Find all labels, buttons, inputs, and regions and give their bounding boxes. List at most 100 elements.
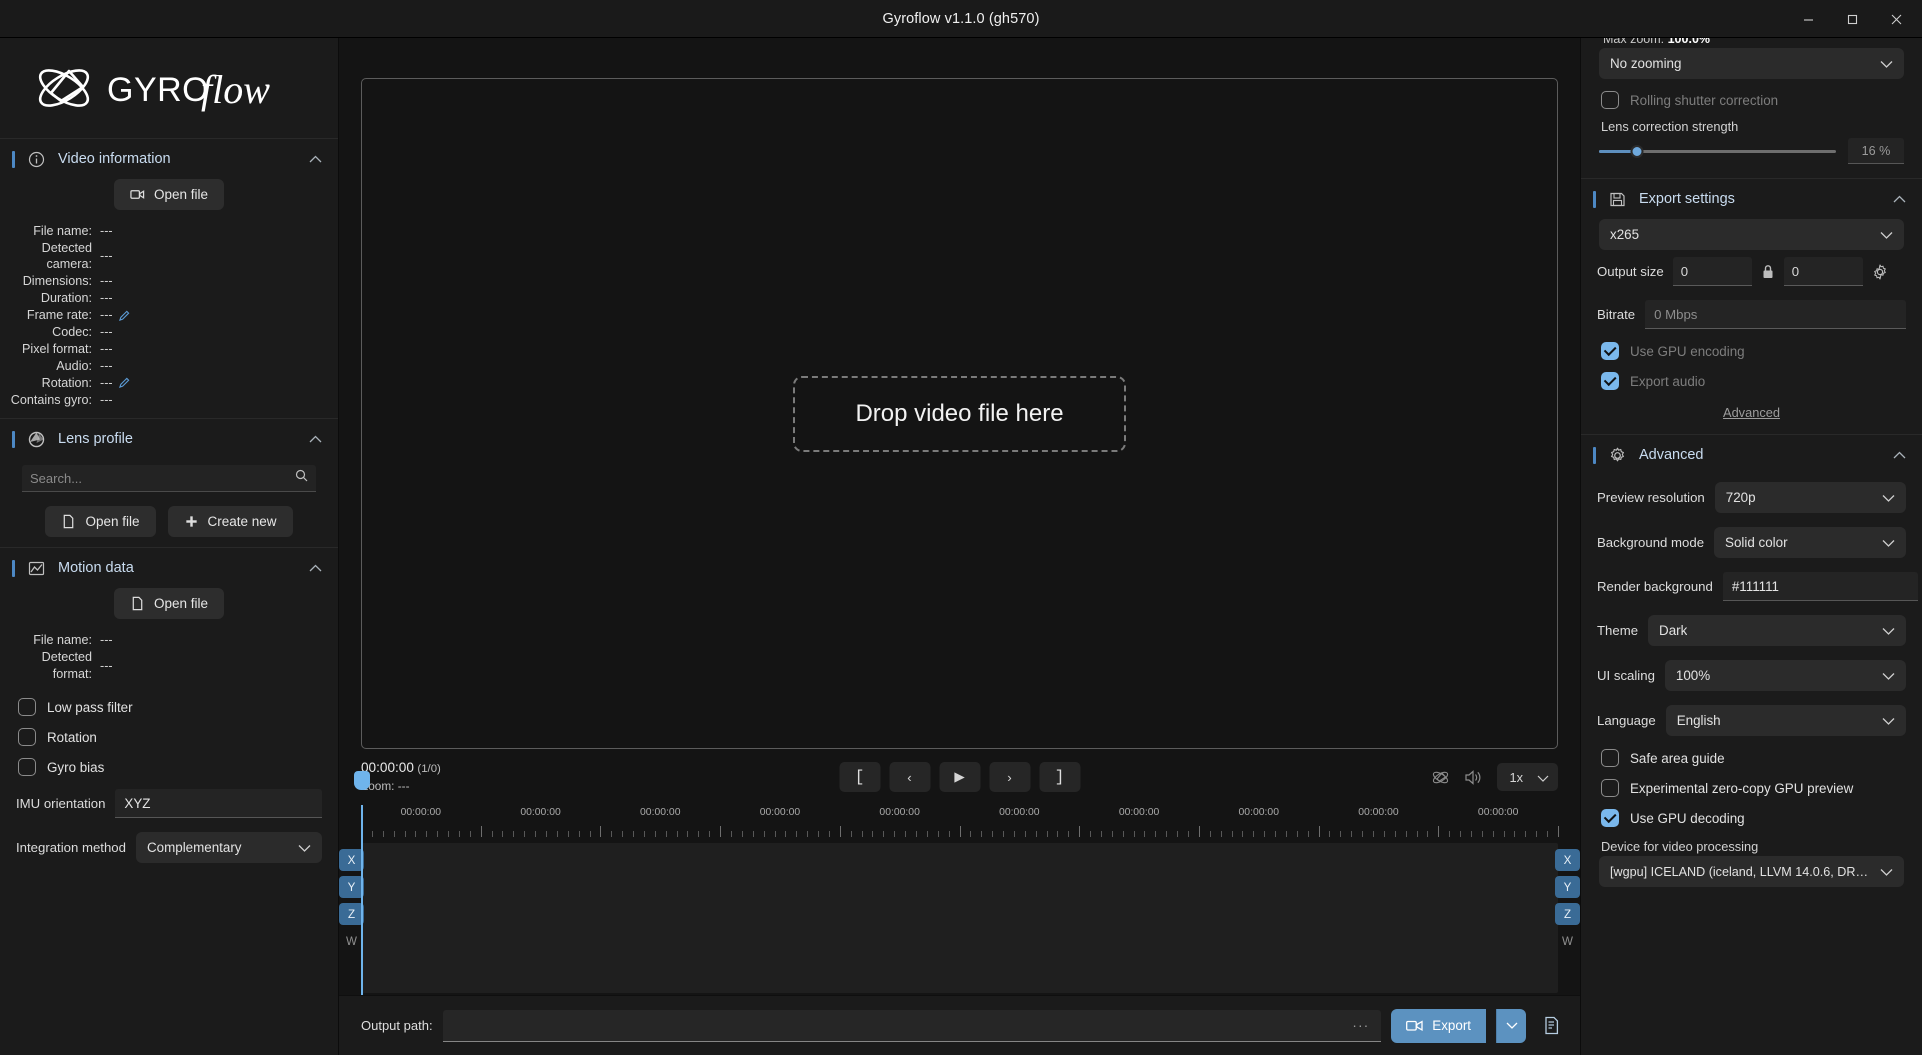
- motion-checkbox[interactable]: [18, 698, 36, 717]
- use-gpu-decoding-label: Use GPU decoding: [1630, 810, 1745, 826]
- close-icon[interactable]: [1874, 4, 1918, 34]
- section-header-video-information[interactable]: Video information: [0, 139, 338, 179]
- codec-combo[interactable]: x265: [1599, 219, 1904, 250]
- use-gpu-encoding-row[interactable]: Use GPU encoding: [1581, 336, 1922, 366]
- timeline-tick-label: 00:00:00: [1238, 807, 1279, 818]
- trim-start-button[interactable]: [: [839, 762, 880, 792]
- timeline-tick: [1547, 831, 1549, 837]
- chevron-up-icon[interactable]: [1893, 446, 1906, 464]
- prev-frame-button[interactable]: ‹: [889, 762, 930, 792]
- maximize-icon[interactable]: [1830, 4, 1874, 34]
- motion-checkbox[interactable]: [18, 728, 36, 747]
- lens-correction-value[interactable]: 16 %: [1848, 138, 1904, 164]
- axis-toggle-right-z[interactable]: Z: [1555, 903, 1580, 925]
- lens-search-input[interactable]: [30, 470, 295, 486]
- lens-open-file-label: Open file: [85, 514, 140, 530]
- timeline-tick: [448, 831, 450, 837]
- zero-copy-preview-checkbox[interactable]: [1601, 779, 1619, 797]
- timeline[interactable]: 00:00:00 00:00:00 00:00:00 00:00:00 00:00:00…: [339, 771, 1580, 995]
- output-width-input[interactable]: [1672, 257, 1752, 286]
- zoom-mode-combo[interactable]: No zooming: [1599, 48, 1904, 79]
- use-gpu-encoding-checkbox[interactable]: [1601, 342, 1619, 360]
- export-options-dropdown[interactable]: [1496, 1008, 1526, 1043]
- render-background-input[interactable]: [1722, 572, 1918, 601]
- motion-checkbox-row[interactable]: Low pass filter: [0, 692, 338, 722]
- safe-area-guide-row[interactable]: Safe area guide: [1581, 743, 1922, 773]
- integration-method-combo[interactable]: Complementary: [135, 832, 322, 864]
- motion-checkbox[interactable]: [18, 758, 36, 777]
- timeline-ruler[interactable]: 00:00:00 00:00:00 00:00:00 00:00:00 00:00:00…: [361, 805, 1559, 843]
- playhead[interactable]: [354, 771, 370, 995]
- render-queue-icon[interactable]: [1536, 1015, 1562, 1036]
- gyroflow-stabilize-toggle-icon[interactable]: [1431, 768, 1450, 787]
- aperture-icon: [28, 431, 45, 448]
- play-button[interactable]: ▶: [939, 762, 980, 792]
- chevron-down-icon: [1537, 770, 1549, 785]
- ui-scaling-combo[interactable]: 100%: [1664, 660, 1906, 691]
- output-path-input[interactable]: ···: [442, 1009, 1382, 1042]
- axis-toggle-right-y[interactable]: Y: [1555, 876, 1580, 898]
- device-combo[interactable]: [wgpu] ICELAND (iceland, LLVM 14.0.6, DR…: [1599, 856, 1904, 887]
- motion-checkbox-row[interactable]: Rotation: [0, 722, 338, 752]
- info-row-value: ---: [100, 224, 113, 238]
- motion-open-file-button[interactable]: Open file: [113, 588, 225, 620]
- chevron-up-icon[interactable]: [309, 559, 322, 577]
- lens-create-new-button[interactable]: Create new: [167, 506, 293, 538]
- timeline-tick: [567, 831, 569, 837]
- minimize-icon[interactable]: [1786, 4, 1830, 34]
- max-zoom-readout: Max zoom: 100.0%: [1581, 38, 1922, 48]
- video-frame[interactable]: Drop video file here: [361, 78, 1558, 749]
- use-gpu-decoding-row[interactable]: Use GPU decoding: [1581, 803, 1922, 833]
- axis-toggle-right-x[interactable]: X: [1555, 849, 1580, 871]
- edit-pencil-icon[interactable]: [118, 377, 130, 389]
- export-bar: Output path: ··· Export: [339, 995, 1580, 1055]
- playhead-handle[interactable]: [354, 771, 370, 790]
- dropzone[interactable]: Drop video file here: [793, 375, 1126, 452]
- bitrate-input[interactable]: [1645, 300, 1906, 329]
- section-header-export-settings[interactable]: Export settings: [1581, 179, 1922, 219]
- lens-correction-slider[interactable]: [1599, 144, 1836, 158]
- video-open-file-button[interactable]: Open file: [113, 179, 225, 210]
- volume-icon[interactable]: [1464, 769, 1483, 786]
- output-height-input[interactable]: [1783, 257, 1863, 286]
- section-title: Motion data: [58, 560, 134, 577]
- info-row: File name: ---: [0, 632, 338, 648]
- gear-icon[interactable]: [1872, 263, 1888, 280]
- lens-open-file-button[interactable]: Open file: [45, 506, 156, 538]
- preview-resolution-combo[interactable]: 720p: [1714, 482, 1906, 513]
- imu-orientation-input[interactable]: [115, 789, 322, 819]
- background-mode-combo[interactable]: Solid color: [1714, 527, 1906, 558]
- motion-checkbox-row[interactable]: Gyro bias: [0, 752, 338, 782]
- browse-dots[interactable]: ···: [1352, 1017, 1369, 1033]
- axis-toggle-right-w[interactable]: W: [1555, 930, 1580, 952]
- timeline-tick-label: 00:00:00: [520, 807, 561, 818]
- trim-end-button[interactable]: ]: [1039, 762, 1080, 792]
- chevron-up-icon[interactable]: [1893, 190, 1906, 208]
- language-combo[interactable]: English: [1665, 705, 1906, 736]
- chevron-up-icon[interactable]: [309, 150, 322, 168]
- export-advanced-link[interactable]: Advanced: [1581, 396, 1922, 424]
- next-frame-button[interactable]: ›: [989, 762, 1030, 792]
- timeline-tracks[interactable]: XYZW XYZW: [339, 843, 1580, 993]
- chevron-up-icon[interactable]: [309, 430, 322, 448]
- info-row-value: ---: [100, 307, 130, 323]
- safe-area-guide-checkbox[interactable]: [1601, 749, 1619, 767]
- rolling-shutter-checkbox-row[interactable]: Rolling shutter correction: [1581, 85, 1922, 115]
- theme-combo[interactable]: Dark: [1648, 615, 1906, 646]
- section-header-motion-data[interactable]: Motion data: [0, 548, 338, 588]
- export-button[interactable]: Export: [1391, 1008, 1486, 1043]
- timeline-tick-label: 00:00:00: [1477, 807, 1519, 818]
- edit-pencil-icon[interactable]: [118, 310, 130, 321]
- section-header-lens-profile[interactable]: Lens profile: [0, 419, 338, 459]
- lens-profile-search[interactable]: [22, 465, 316, 493]
- slider-knob[interactable]: [1630, 144, 1644, 158]
- lock-icon[interactable]: [1761, 264, 1775, 280]
- export-audio-checkbox[interactable]: [1601, 372, 1619, 390]
- section-header-advanced[interactable]: Advanced: [1581, 435, 1922, 475]
- playback-speed-combo[interactable]: 1x: [1497, 763, 1558, 791]
- timecode-block: 00:00:00 (1/0) Zoom: ---: [361, 759, 441, 795]
- rolling-shutter-checkbox[interactable]: [1601, 91, 1619, 109]
- zero-copy-preview-row[interactable]: Experimental zero-copy GPU preview: [1581, 773, 1922, 803]
- export-audio-row[interactable]: Export audio: [1581, 366, 1922, 396]
- use-gpu-decoding-checkbox[interactable]: [1601, 809, 1619, 827]
